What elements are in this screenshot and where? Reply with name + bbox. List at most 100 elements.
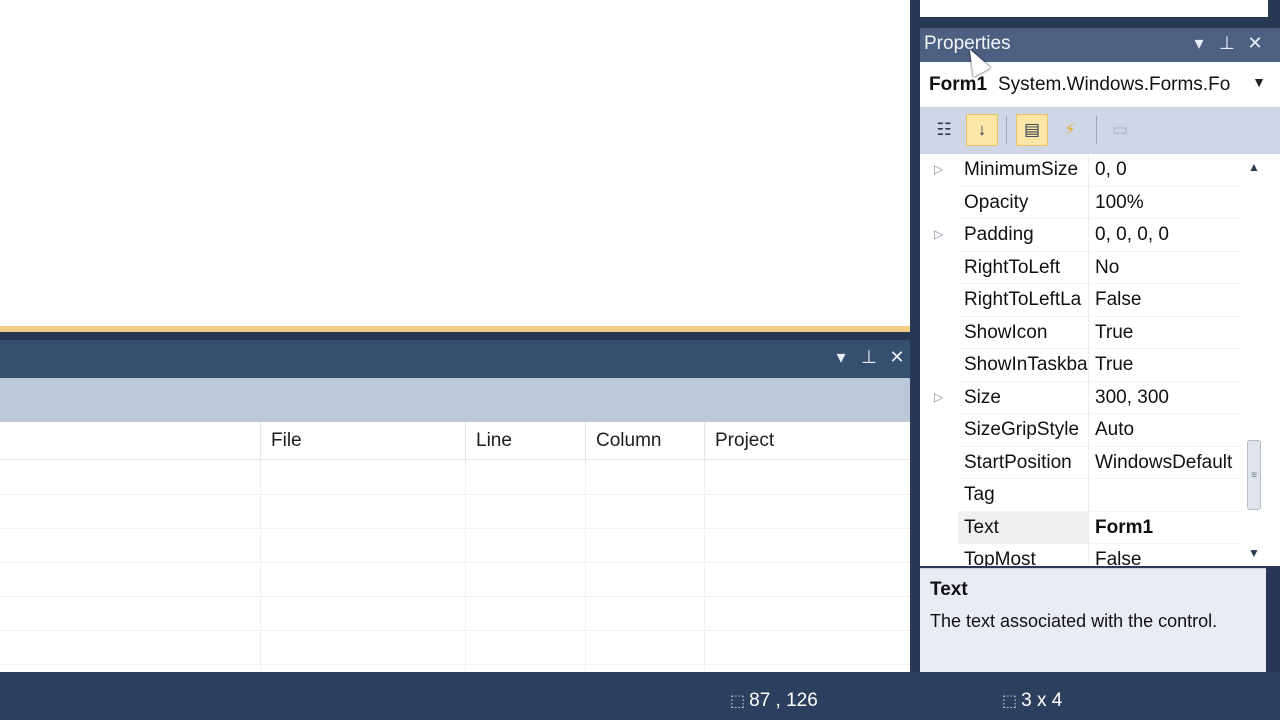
error-list-toolbar (0, 378, 910, 422)
close-icon[interactable]: ✕ (1246, 32, 1264, 54)
column-divider (1088, 186, 1089, 219)
position-readout: 87 , 126 (749, 690, 818, 711)
property-row-text[interactable]: Text Form1 (920, 511, 1240, 544)
toolbar-separator (1096, 116, 1097, 144)
table-row (0, 596, 910, 597)
column-divider (1088, 349, 1089, 382)
events-icon[interactable]: ⚡ (1054, 114, 1086, 146)
property-name: Padding (964, 224, 1034, 245)
close-icon[interactable]: ✕ (888, 346, 906, 368)
column-divider (465, 460, 466, 672)
property-name: ShowIcon (964, 321, 1048, 343)
column-header-line[interactable]: Line (465, 422, 585, 460)
alphabetical-icon[interactable]: ↓ (966, 114, 998, 146)
property-row-padding[interactable]: ▷ Padding 0, 0, 0, 0 (920, 219, 1240, 252)
column-divider (260, 460, 261, 672)
pin-icon[interactable]: ⊥ (1218, 32, 1236, 54)
scroll-thumb[interactable]: ≡ (1247, 440, 1261, 510)
property-value[interactable]: Form1 (1095, 517, 1240, 539)
property-value[interactable]: 0, 0, 0, 0 (1095, 224, 1240, 246)
property-value[interactable]: 100% (1095, 192, 1240, 214)
column-divider (1088, 316, 1089, 349)
table-row (0, 630, 910, 631)
property-row-size[interactable]: ▷ Size 300, 300 (920, 381, 1240, 414)
chevron-down-icon[interactable]: ▾ (1190, 32, 1208, 54)
error-list-grid: File Line Column Project (0, 422, 910, 672)
property-value[interactable]: 300, 300 (1095, 387, 1240, 409)
property-row-startposition[interactable]: StartPosition WindowsDefault (920, 446, 1240, 479)
property-row-tag[interactable]: Tag (920, 479, 1240, 512)
toolbar-separator (1006, 116, 1007, 144)
description-title: Text (930, 579, 968, 600)
error-list-window-buttons: ▾ ⊥ ✕ (832, 346, 906, 368)
column-divider (1088, 414, 1089, 447)
expand-arrow-icon[interactable]: ▷ (934, 227, 943, 241)
property-row-showicon[interactable]: ShowIcon True (920, 316, 1240, 349)
column-header-project[interactable]: Project (704, 422, 910, 460)
column-divider (704, 460, 705, 672)
column-header-column[interactable]: Column (585, 422, 704, 460)
property-name: RightToLeftLa (964, 289, 1082, 310)
column-divider (1088, 219, 1089, 252)
property-row-topmost[interactable]: TopMost False (920, 544, 1240, 566)
property-value[interactable]: False (1095, 549, 1240, 566)
property-row-showintaskbar[interactable]: ShowInTaskba True (920, 349, 1240, 382)
property-grid-scrollbar[interactable]: ▲ ≡ ▼ (1242, 154, 1266, 566)
property-name: Size (964, 386, 1001, 408)
property-row-righttoleft[interactable]: RightToLeft No (920, 251, 1240, 284)
designer-tab-edge (0, 326, 910, 332)
property-value[interactable]: False (1095, 289, 1240, 311)
size-icon: ⬚ (1002, 693, 1018, 710)
column-divider (1088, 544, 1089, 566)
size-readout: 3 x 4 (1021, 690, 1063, 711)
property-name: Tag (964, 484, 995, 505)
column-divider (1088, 381, 1089, 414)
property-row-opacity[interactable]: Opacity 100% (920, 186, 1240, 219)
table-row (0, 664, 910, 665)
column-divider (1088, 251, 1089, 284)
selected-object-name: Form1 (929, 74, 988, 95)
property-name: RightToLeft (964, 256, 1061, 278)
chevron-down-icon[interactable]: ▾ (832, 346, 850, 368)
property-pages-icon[interactable]: ▭ (1104, 114, 1136, 146)
properties-panel: Properties ▾ ⊥ ✕ Form1 System.Windows.Fo… (920, 0, 1280, 672)
expand-arrow-icon[interactable]: ▷ (934, 390, 943, 404)
property-row-minimumsize[interactable]: ▷ MinimumSize 0, 0 (920, 154, 1240, 187)
properties-window-buttons: ▾ ⊥ ✕ (1190, 32, 1264, 54)
property-row-sizegripstyle[interactable]: SizeGripStyle Auto (920, 414, 1240, 447)
table-row (0, 528, 910, 529)
table-row (0, 562, 910, 563)
column-divider (585, 460, 586, 672)
pin-icon[interactable]: ⊥ (860, 346, 878, 368)
property-value[interactable]: WindowsDefault (1095, 452, 1240, 474)
expand-arrow-icon[interactable]: ▷ (934, 162, 943, 176)
status-bar: ⬚ 87 , 126 ⬚ 3 x 4 (0, 672, 1280, 720)
solution-explorer-bottom (920, 0, 1268, 17)
chevron-down-icon[interactable]: ▼ (1252, 74, 1266, 90)
property-name: ShowInTaskba (964, 354, 1088, 375)
property-value[interactable]: True (1095, 354, 1240, 376)
property-name: Opacity (964, 191, 1029, 213)
properties-icon[interactable]: ▤ (1016, 114, 1048, 146)
scroll-up-icon[interactable]: ▲ (1248, 160, 1260, 174)
property-name: StartPosition (964, 451, 1072, 473)
property-value[interactable]: Auto (1095, 419, 1240, 441)
property-row-righttoleftlayout[interactable]: RightToLeftLa False (920, 284, 1240, 317)
scroll-down-icon[interactable]: ▼ (1248, 546, 1260, 560)
property-grid: ▷ MinimumSize 0, 0 Opacity 100% ▷ Paddin… (920, 154, 1280, 566)
property-name: SizeGripStyle (964, 419, 1080, 440)
property-value[interactable]: 0, 0 (1095, 159, 1240, 181)
status-position: ⬚ 87 , 126 (730, 690, 818, 712)
property-value[interactable]: No (1095, 257, 1240, 279)
categorized-icon[interactable]: ☷ (928, 114, 960, 146)
property-name: MinimumSize (964, 159, 1079, 180)
property-description-pane: Text The text associated with the contro… (920, 568, 1266, 672)
properties-toolbar: ☷ ↓ ▤ ⚡ ▭ (920, 108, 1280, 154)
status-size: ⬚ 3 x 4 (1002, 690, 1062, 712)
position-icon: ⬚ (730, 693, 746, 710)
property-value[interactable]: True (1095, 322, 1240, 344)
error-list-panel: ▾ ⊥ ✕ File Line Column Project (0, 340, 910, 672)
column-header-file[interactable]: File (260, 422, 465, 460)
error-list-titlebar: ▾ ⊥ ✕ (0, 340, 910, 378)
form-designer-surface[interactable] (0, 0, 910, 328)
